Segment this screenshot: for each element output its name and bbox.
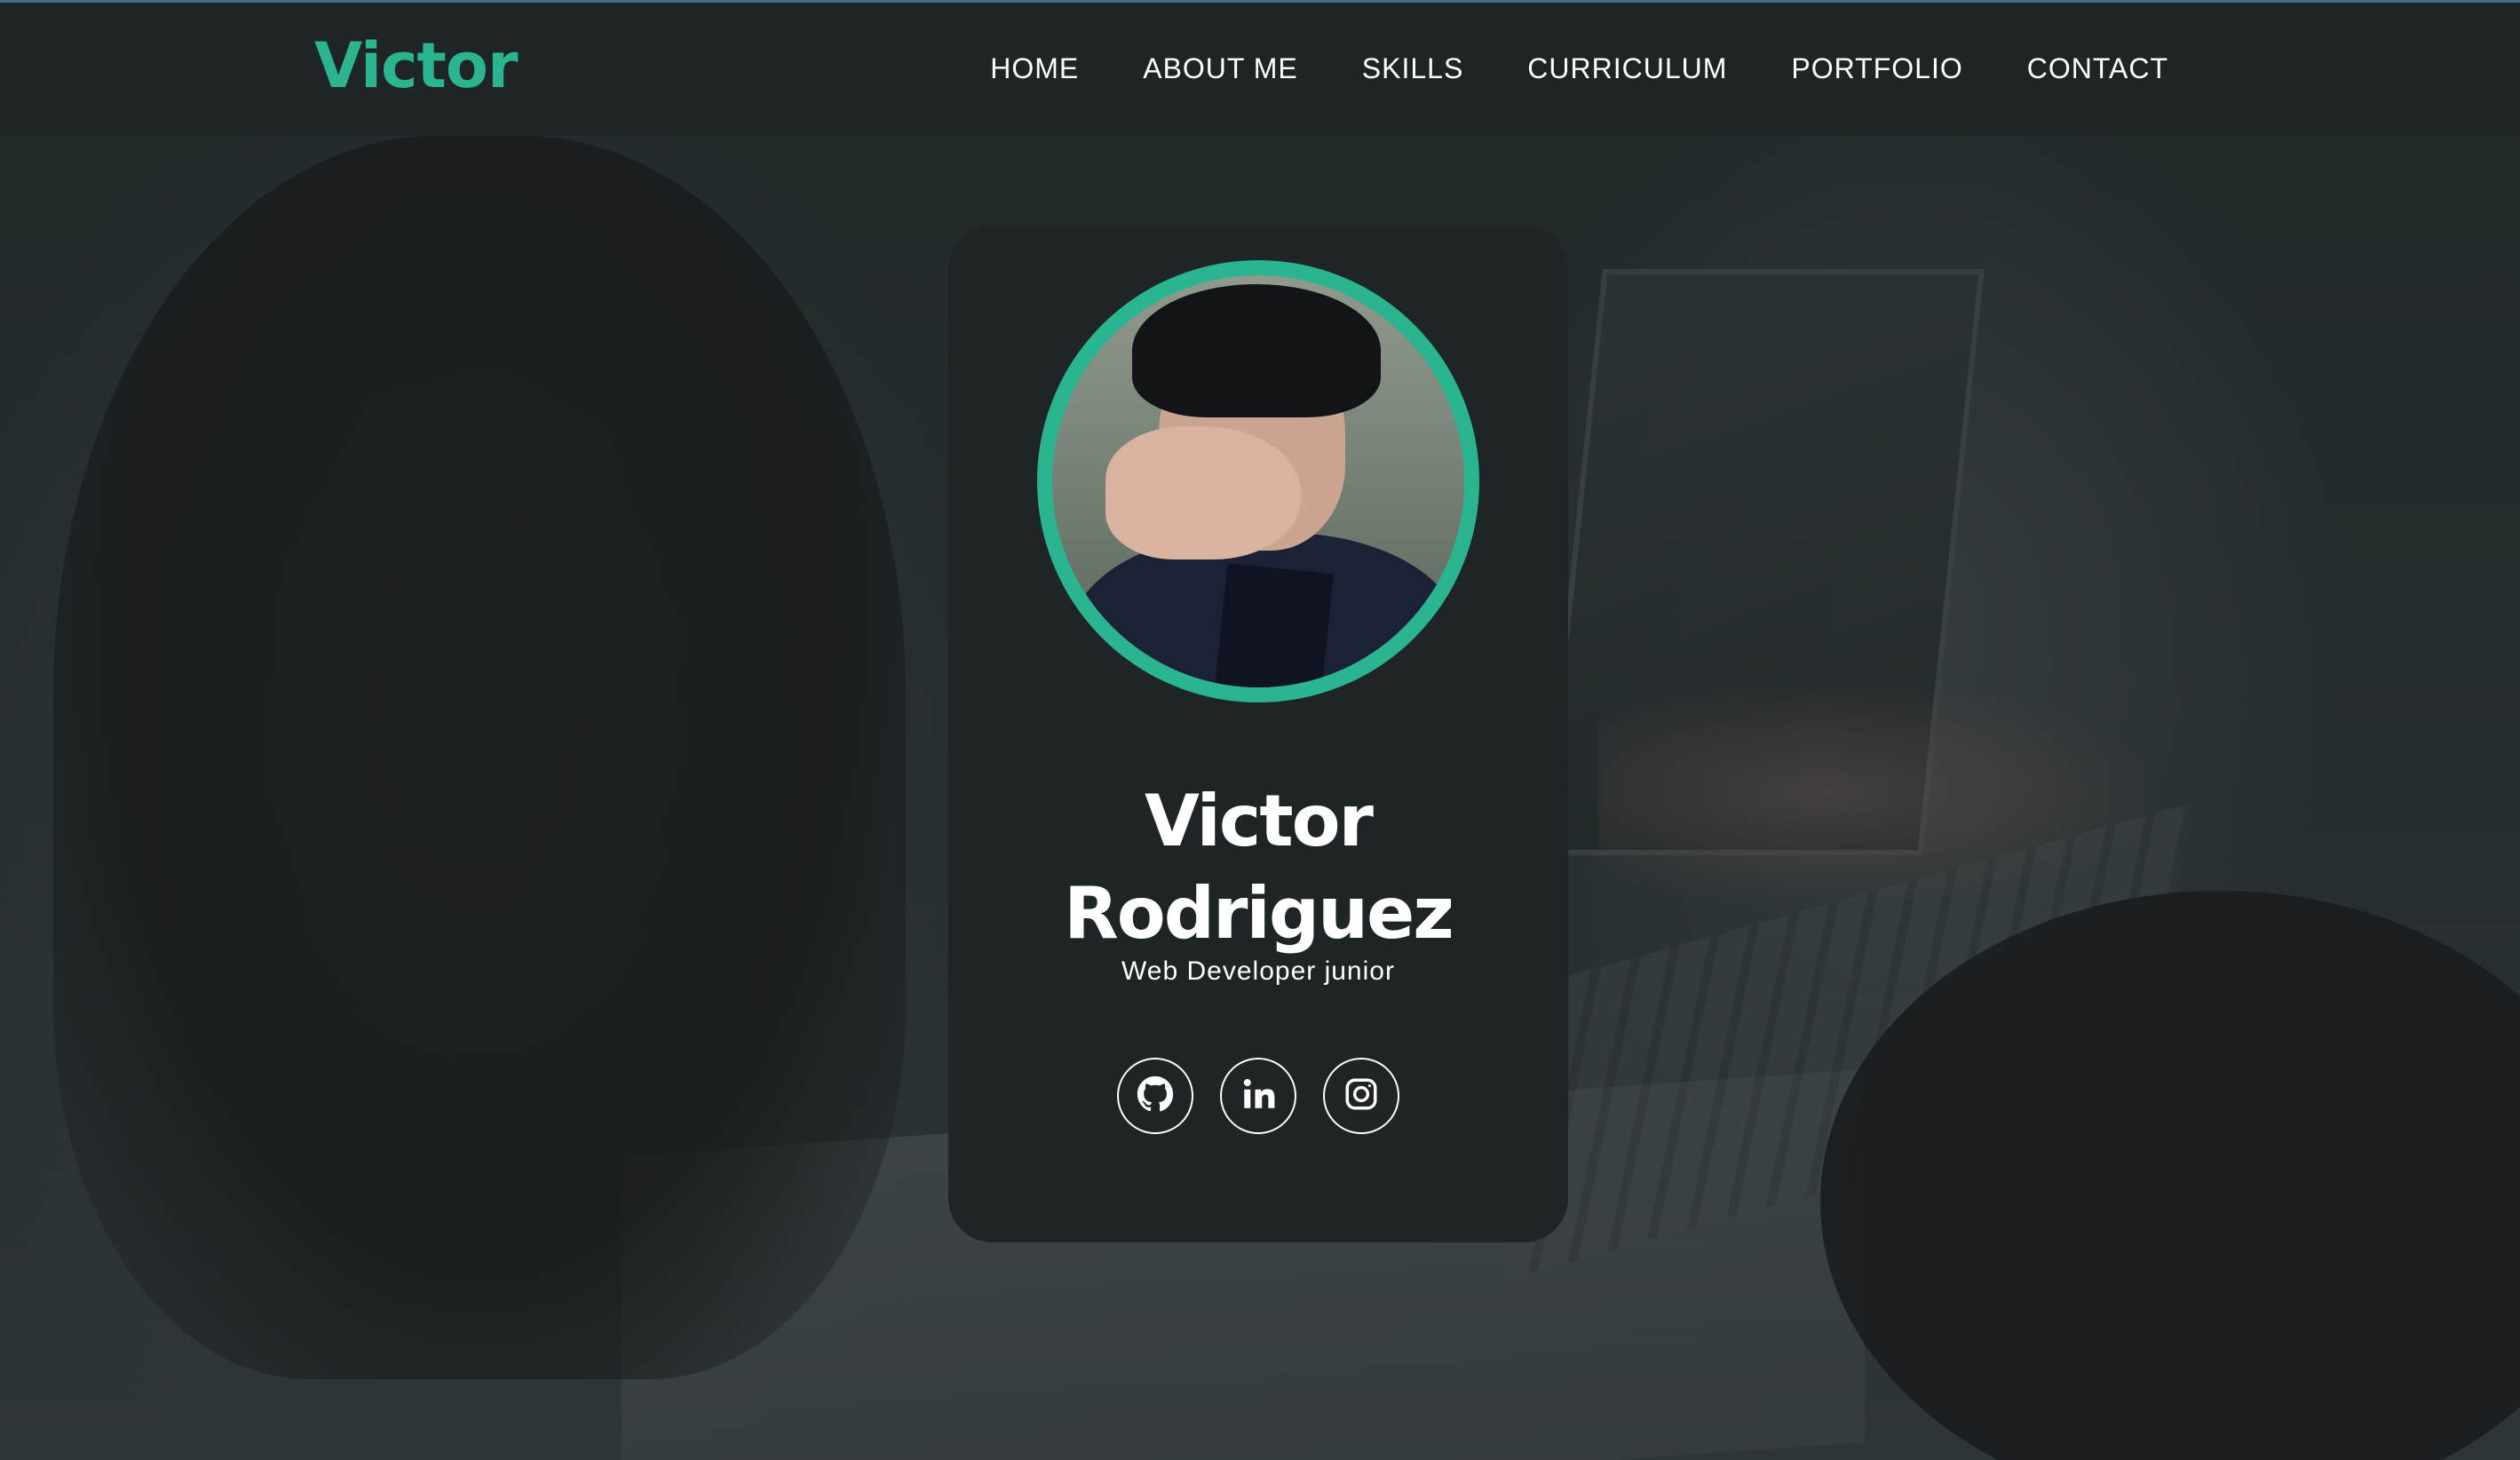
profile-first-name: Victor xyxy=(1144,780,1374,862)
profile-role: Web Developer junior xyxy=(1121,956,1395,986)
github-icon xyxy=(1137,1075,1174,1116)
avatar xyxy=(1037,260,1479,702)
profile-last-name: Rodriguez xyxy=(1064,872,1454,955)
nav-item-skills[interactable]: SKILLS xyxy=(1362,52,1464,85)
linkedin-link[interactable] xyxy=(1220,1058,1296,1134)
social-links xyxy=(948,1058,1568,1134)
instagram-icon xyxy=(1343,1075,1380,1116)
nav-item-contact[interactable]: CONTACT xyxy=(2027,52,2168,85)
page: Victor HOME ABOUT ME SKILLS CURRICULUM P… xyxy=(0,0,2520,1460)
brand-logo[interactable]: Victor xyxy=(314,29,519,102)
nav-menu: HOME ABOUT ME SKILLS CURRICULUM PORTFOLI… xyxy=(990,52,2168,85)
nav-item-portfolio[interactable]: PORTFOLIO xyxy=(1791,52,1962,85)
instagram-link[interactable] xyxy=(1323,1058,1399,1134)
profile-card: Victor Rodriguez Web Developer junior xyxy=(948,225,1568,1242)
nav-item-curriculum[interactable]: CURRICULUM xyxy=(1527,52,1727,85)
github-link[interactable] xyxy=(1117,1058,1193,1134)
linkedin-icon xyxy=(1240,1075,1277,1116)
nav-item-about-me[interactable]: ABOUT ME xyxy=(1143,52,1298,85)
navbar: Victor HOME ABOUT ME SKILLS CURRICULUM P… xyxy=(0,3,2520,136)
nav-item-home[interactable]: HOME xyxy=(990,52,1079,85)
profile-name: Victor Rodriguez xyxy=(948,775,1568,960)
